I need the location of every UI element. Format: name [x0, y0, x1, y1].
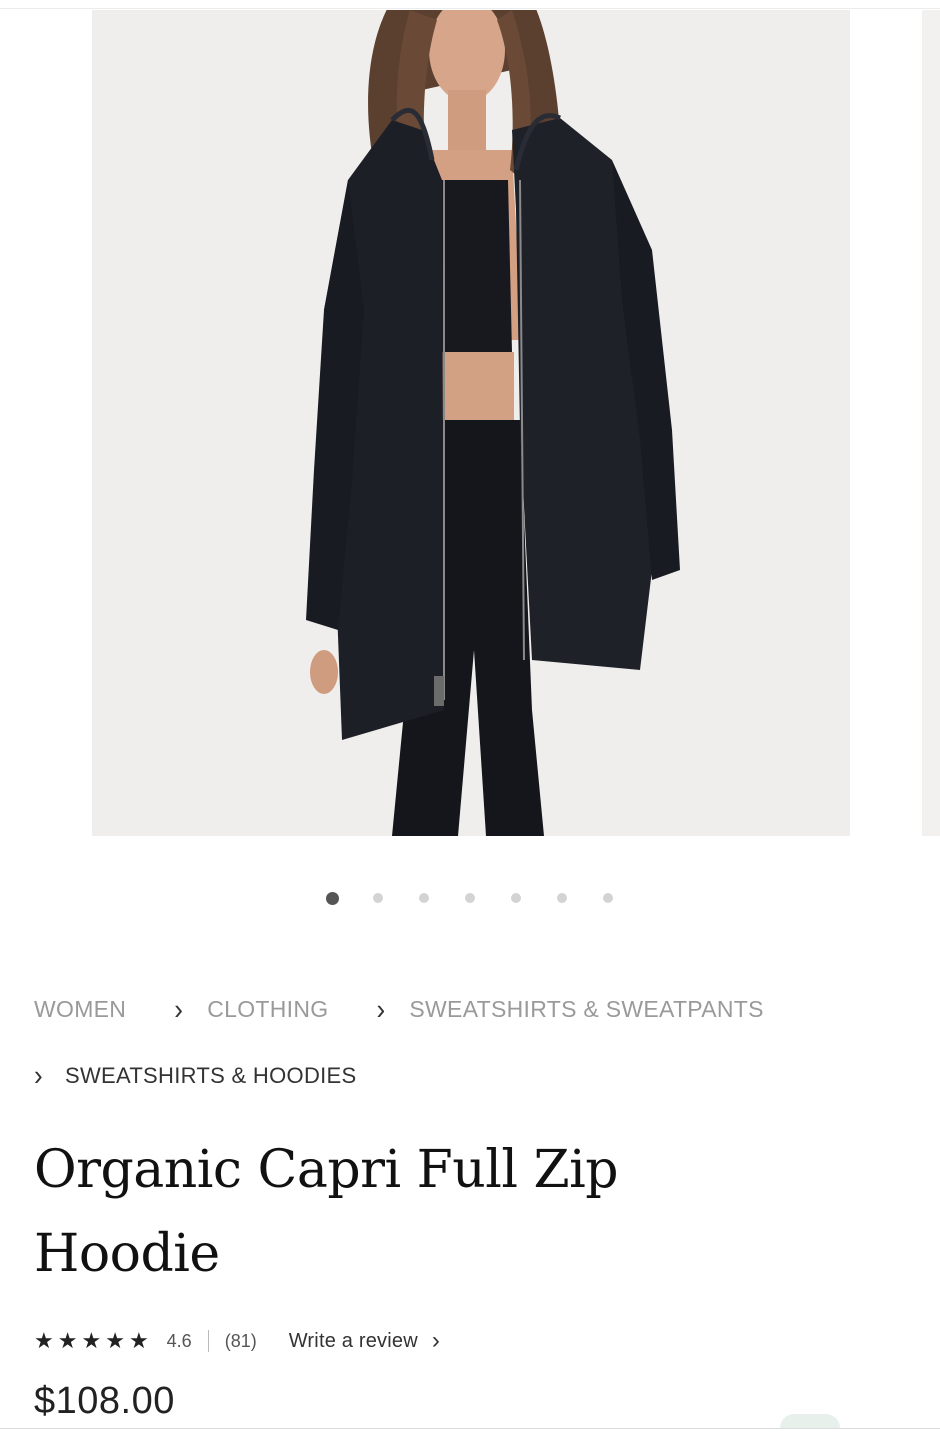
rating-value: 4.6: [166, 1330, 192, 1351]
carousel-dot-6[interactable]: [557, 893, 567, 903]
carousel-dot-7[interactable]: [603, 893, 613, 903]
next-image-peek[interactable]: [922, 10, 940, 836]
carousel-dot-3[interactable]: [419, 893, 429, 903]
breadcrumb-clothing[interactable]: CLOTHING: [207, 996, 328, 1023]
star-icon: ★: [128, 1328, 149, 1353]
product-title-line-2: Hoodie: [34, 1224, 220, 1284]
product-image: [92, 10, 850, 836]
star-rating[interactable]: ★ ★ ★ ★ ★: [34, 1328, 153, 1354]
breadcrumb-sweatshirts-sweatpants[interactable]: SWEATSHIRTS & SWEATPANTS: [409, 996, 763, 1023]
carousel-dot-2[interactable]: [373, 893, 383, 903]
breadcrumb-sweatshirts-hoodies[interactable]: SWEATSHIRTS & HOODIES: [65, 1063, 357, 1089]
review-count[interactable]: (81): [225, 1331, 257, 1352]
product-price: $108.00: [34, 1380, 175, 1422]
carousel-dot-4[interactable]: [465, 893, 475, 903]
write-review-link[interactable]: Write a review: [289, 1330, 418, 1353]
chevron-right-icon[interactable]: ›: [432, 1327, 440, 1355]
star-icon: ★: [34, 1328, 54, 1353]
chevron-right-icon: ›: [174, 992, 184, 1026]
rating-divider: [207, 1330, 209, 1352]
product-title-line-1: Organic Capri Full Zip: [34, 1140, 619, 1200]
product-image-carousel[interactable]: [92, 10, 850, 836]
chevron-right-icon: ›: [376, 992, 386, 1026]
carousel-dot-5[interactable]: [511, 893, 521, 903]
rating-row: ★ ★ ★ ★ ★ 4.6 (81) Write a review ›: [34, 1326, 440, 1356]
chevron-right-icon: ›: [34, 1058, 43, 1092]
floating-button-edge[interactable]: [780, 1414, 840, 1428]
top-divider: [0, 8, 940, 9]
product-title: Organic Capri Full Zip Hoodie: [34, 1128, 794, 1296]
star-icon: ★: [105, 1328, 125, 1353]
star-icon: ★: [81, 1328, 102, 1353]
product-page: WOMEN › CLOTHING › SWEATSHIRTS & SWEATPA…: [0, 0, 940, 1440]
carousel-dot-1[interactable]: [326, 891, 339, 905]
breadcrumb-women[interactable]: WOMEN: [34, 996, 126, 1023]
bottom-divider: [0, 1428, 940, 1429]
star-icon: ★: [57, 1328, 78, 1353]
carousel-pagination: [326, 890, 613, 906]
